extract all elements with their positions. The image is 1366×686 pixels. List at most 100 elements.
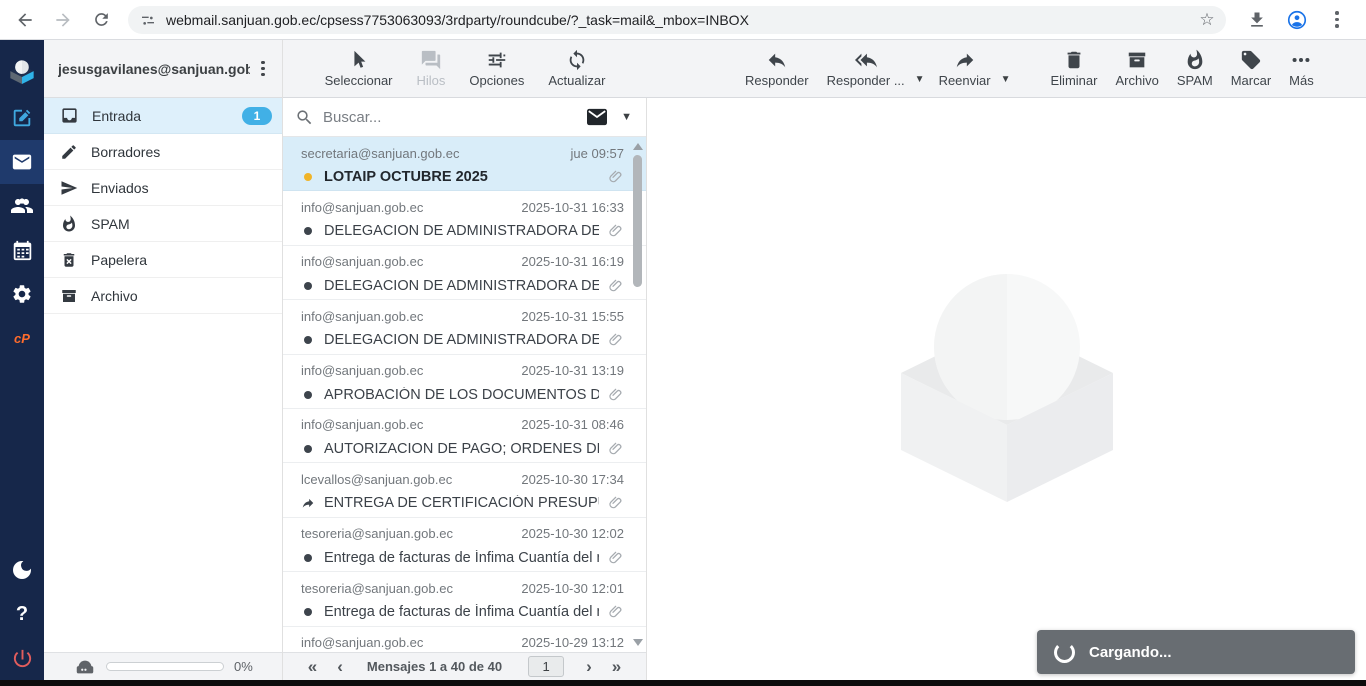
rail-mail-button[interactable] (0, 140, 44, 184)
reply-icon (766, 49, 788, 71)
list-item[interactable]: lcevallos@sanjuan.gob.ec2025-10-30 17:34… (283, 463, 646, 517)
folder-label: Enviados (91, 180, 272, 196)
list-item[interactable]: tesoreria@sanjuan.gob.ec2025-10-30 12:01… (283, 572, 646, 626)
message-sender: info@sanjuan.gob.ec (301, 417, 513, 432)
status-dot-icon (301, 336, 315, 344)
list-item[interactable]: info@sanjuan.gob.ec2025-10-31 16:33 DELE… (283, 191, 646, 245)
account-menu-button[interactable] (250, 54, 276, 84)
download-icon (1247, 10, 1267, 30)
refresh-button[interactable]: Actualizar (542, 47, 611, 90)
rail-contacts-button[interactable] (0, 184, 44, 228)
inbox-icon (60, 106, 79, 125)
first-page-button[interactable]: « (302, 658, 323, 675)
list-item[interactable]: info@sanjuan.gob.ec2025-10-31 15:55 DELE… (283, 300, 646, 354)
scroll-up-icon[interactable] (633, 143, 643, 150)
download-button[interactable] (1240, 3, 1274, 37)
scrollbar-thumb[interactable] (633, 155, 642, 287)
list-item[interactable]: tesoreria@sanjuan.gob.ec2025-10-30 12:02… (283, 518, 646, 572)
sliders-icon (486, 49, 508, 71)
threads-button[interactable]: Hilos (411, 47, 452, 90)
loading-toast: Cargando... (1037, 630, 1355, 674)
sidebar-item-sent[interactable]: Enviados (44, 170, 282, 206)
forward-button[interactable]: Reenviar (933, 47, 997, 90)
last-page-button[interactable]: » (606, 658, 627, 675)
browser-menu-button[interactable] (1320, 3, 1354, 37)
message-subject: Entrega de facturas de Ínfima Cuantía de… (324, 550, 599, 566)
message-sender: lcevallos@sanjuan.gob.ec (301, 472, 513, 487)
search-scope-button[interactable] (586, 107, 608, 127)
status-dot-icon (301, 282, 315, 290)
preview-pane: Cargando... (647, 98, 1366, 680)
select-button[interactable]: Seleccionar (319, 47, 399, 90)
reply-all-dropdown-caret[interactable]: ▼ (915, 74, 925, 85)
options-button[interactable]: Opciones (463, 47, 530, 90)
next-page-button[interactable]: › (580, 658, 598, 675)
account-email: jesusgavilanes@sanjuan.gob.... (58, 61, 250, 77)
contacts-icon (10, 194, 34, 218)
sidebar-item-drafts[interactable]: Borradores (44, 134, 282, 170)
ellipsis-icon (1290, 49, 1312, 71)
rail-help-button[interactable]: ? (0, 592, 44, 636)
sidebar-item-spam[interactable]: SPAM (44, 206, 282, 242)
mark-button[interactable]: Marcar (1225, 47, 1277, 90)
pencil-icon (60, 143, 78, 161)
rail-calendar-button[interactable] (0, 228, 44, 272)
rail-darkmode-button[interactable] (0, 548, 44, 592)
sidebar-item-inbox[interactable]: Entrada 1 (44, 98, 282, 134)
paper-plane-icon (60, 179, 78, 197)
rail-compose-button[interactable] (0, 96, 44, 140)
address-bar[interactable]: webmail.sanjuan.gob.ec/cpsess7753063093/… (128, 6, 1226, 34)
message-list: secretaria@sanjuan.gob.ecjue 09:57 LOTAI… (283, 137, 646, 652)
reply-all-button[interactable]: Responder ... (821, 47, 911, 90)
prev-page-button[interactable]: ‹ (331, 658, 349, 675)
browser-reload-button[interactable] (84, 3, 118, 37)
url-text[interactable]: webmail.sanjuan.gob.ec/cpsess7753063093/… (166, 12, 1184, 28)
status-dot-icon (301, 554, 315, 562)
list-item[interactable]: info@sanjuan.gob.ec2025-10-31 16:19 DELE… (283, 246, 646, 300)
sidebar-item-trash[interactable]: Papelera (44, 242, 282, 278)
list-item[interactable]: info@sanjuan.gob.ec2025-10-31 13:19 APRO… (283, 355, 646, 409)
message-date: 2025-10-31 13:19 (521, 363, 624, 378)
roundcube-logo (0, 44, 44, 96)
message-count-label: Mensajes 1 a 40 de 40 (367, 659, 502, 674)
rail-cpanel-link[interactable]: cP (0, 316, 44, 360)
list-scrollbar[interactable] (631, 139, 644, 650)
archive-button[interactable]: Archivo (1109, 47, 1164, 90)
site-info-icon[interactable] (140, 12, 156, 28)
bookmark-star-icon[interactable]: ☆ (1194, 7, 1220, 33)
more-button[interactable]: Más (1283, 47, 1320, 90)
page-number-input[interactable] (528, 656, 564, 677)
message-date: 2025-10-30 12:01 (521, 581, 624, 596)
spam-button[interactable]: SPAM (1171, 47, 1219, 90)
search-input[interactable] (323, 109, 577, 126)
quota-progress-bar (106, 662, 224, 671)
sidebar-item-archive[interactable]: Archivo (44, 278, 282, 314)
list-item[interactable]: info@sanjuan.gob.ec2025-10-31 08:46 AUTO… (283, 409, 646, 463)
message-subject: DELEGACION DE ADMINISTRADORA DE OR... (324, 223, 599, 239)
unread-count-badge: 1 (242, 107, 272, 125)
refresh-icon (566, 49, 588, 71)
profile-button[interactable] (1280, 3, 1314, 37)
delete-button[interactable]: Eliminar (1045, 47, 1104, 90)
status-dot-icon (301, 445, 315, 453)
message-sender: info@sanjuan.gob.ec (301, 254, 513, 269)
browser-forward-button[interactable] (46, 3, 80, 37)
scroll-down-icon[interactable] (633, 639, 643, 646)
reload-icon (92, 10, 111, 29)
list-item[interactable]: secretaria@sanjuan.gob.ecjue 09:57 LOTAI… (283, 137, 646, 191)
forward-arrow-icon (53, 10, 73, 30)
status-dot-icon (301, 227, 315, 235)
message-date: 2025-10-31 08:46 (521, 417, 624, 432)
list-toolbar-group: Seleccionar Hilos Opciones Actualizar (283, 47, 647, 90)
rail-logout-button[interactable] (0, 636, 44, 680)
reply-button[interactable]: Responder (739, 47, 815, 90)
threads-icon (420, 49, 442, 71)
browser-back-button[interactable] (8, 3, 42, 37)
gear-icon (11, 283, 33, 305)
search-options-caret[interactable]: ▼ (617, 111, 636, 123)
forwarded-icon (301, 496, 315, 510)
forward-dropdown-caret[interactable]: ▼ (1001, 74, 1011, 85)
list-item[interactable]: info@sanjuan.gob.ec2025-10-29 13:12 (283, 627, 646, 652)
archive-icon (60, 287, 78, 305)
rail-settings-button[interactable] (0, 272, 44, 316)
